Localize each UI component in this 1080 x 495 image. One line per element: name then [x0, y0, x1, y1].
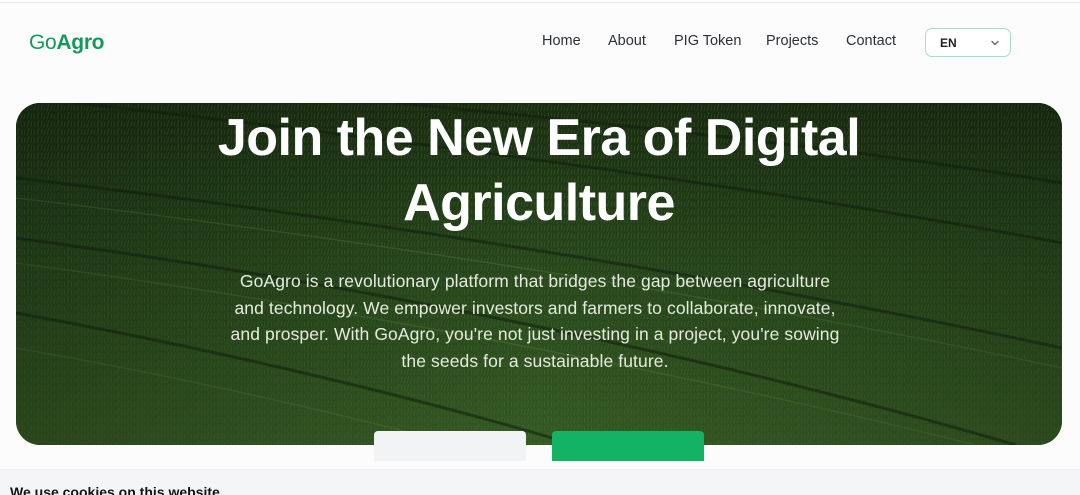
hero-description-line: and prosper. With GoAgro, you're not jus… — [230, 324, 840, 344]
cookie-banner-text: We use cookies on this website — [10, 484, 220, 495]
hero-description-line: GoAgro is a revolutionary platform that … — [239, 271, 831, 291]
language-select[interactable]: EN — [925, 28, 1011, 57]
hero-title-line-2: Agriculture — [403, 174, 675, 232]
language-value: EN — [940, 36, 957, 50]
hero-title-line-1: Join the New Era of Digital — [217, 109, 861, 167]
site-header: GoAgro Home About PIG Token Projects Con… — [0, 3, 1080, 79]
logo-prefix: Go — [29, 31, 57, 54]
logo[interactable]: GoAgro — [29, 31, 105, 55]
hero-description: GoAgro is a revolutionary platform that … — [190, 268, 880, 374]
hero-banner: Join the New Era of Digital Agriculture … — [16, 103, 1062, 445]
secondary-cta-button[interactable] — [374, 431, 526, 461]
nav-pig-token[interactable]: PIG Token — [674, 33, 741, 49]
page: GoAgro Home About PIG Token Projects Con… — [0, 0, 1080, 495]
nav-projects[interactable]: Projects — [766, 33, 818, 49]
cookie-banner: We use cookies on this website — [0, 469, 1080, 495]
primary-cta-button[interactable] — [552, 431, 704, 461]
nav-contact[interactable]: Contact — [846, 33, 896, 49]
hero-title: Join the New Era of Digital Agriculture — [16, 106, 1062, 236]
hero-description-line: and technology. We empower investors and… — [234, 297, 836, 318]
hero-description-line: the seeds for a sustainable future. — [401, 350, 669, 371]
logo-suffix: Agro — [56, 31, 105, 54]
nav-home[interactable]: Home — [542, 33, 581, 49]
nav-about[interactable]: About — [608, 33, 646, 49]
chevron-down-icon — [991, 40, 999, 46]
